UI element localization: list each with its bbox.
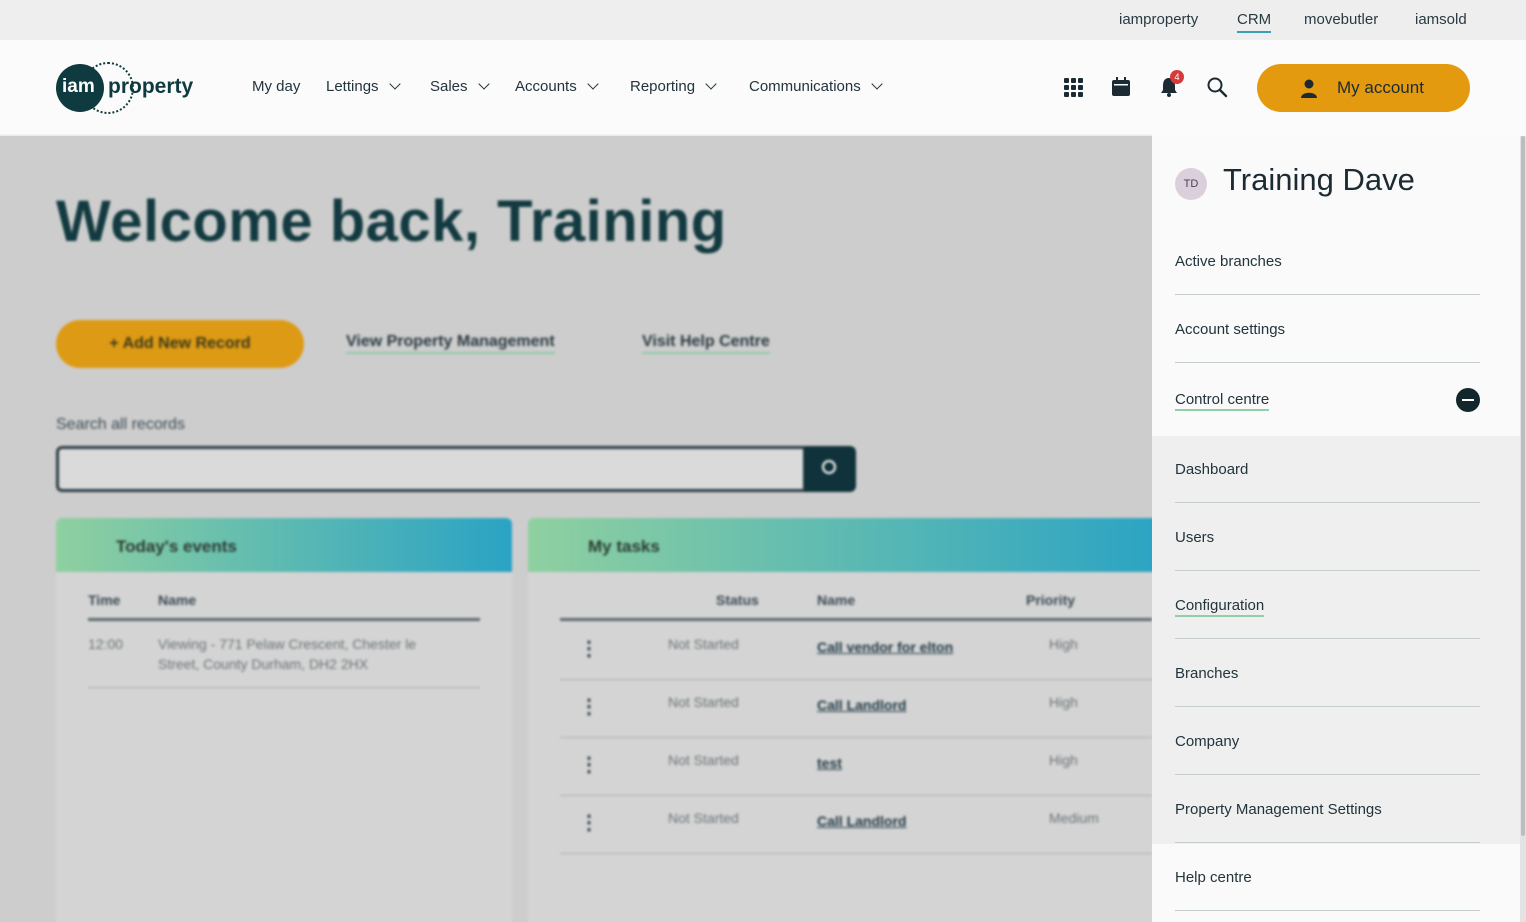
task-status: Not Started (668, 694, 739, 710)
nav-accounts[interactable]: Accounts (515, 78, 599, 95)
search-submit-button[interactable] (804, 446, 856, 492)
task-priority: High (1049, 752, 1078, 768)
logo-text-iam: iam (62, 76, 95, 97)
search-icon (822, 460, 836, 474)
control-centre-submenu (1152, 436, 1520, 844)
event-name-line2: Street, County Durham, DH2 2HX (158, 656, 369, 672)
chevron-down-icon (477, 78, 490, 90)
task-priority: Medium (1049, 810, 1099, 826)
notification-count-badge: 4 (1170, 70, 1184, 84)
dashboard-main: Welcome back, Training + Add New Record … (0, 136, 1168, 922)
card-title: Today's events (56, 518, 512, 572)
person-icon (1301, 79, 1317, 98)
task-priority: High (1049, 636, 1078, 652)
chevron-down-icon (388, 78, 401, 90)
row-actions-icon[interactable]: ⋮ (579, 752, 599, 777)
task-name-link[interactable]: Call vendor for elton (817, 639, 953, 655)
chevron-down-icon (705, 78, 717, 90)
search-label: Search all records (56, 416, 185, 433)
menu-item-active-branches[interactable]: Active branches (1175, 253, 1480, 270)
main-header: iam property My day Lettings Sales Accou… (0, 40, 1526, 136)
brand-link-crm[interactable]: CRM (1237, 11, 1272, 33)
brand-link-iamsold[interactable]: iamsold (1415, 11, 1467, 28)
column-header-name: Name (158, 592, 197, 608)
card-title: My tasks (528, 518, 1168, 572)
nav-my-day[interactable]: My day (252, 78, 300, 95)
panel-scrollbar[interactable] (1520, 136, 1526, 922)
task-status: Not Started (668, 810, 739, 826)
visit-help-centre-link[interactable]: Visit Help Centre (642, 333, 770, 354)
column-header-name: Name (817, 592, 856, 608)
my-tasks-card: My tasks (528, 518, 1168, 922)
submenu-item-company[interactable]: Company (1175, 733, 1480, 750)
brand-link-movebutler[interactable]: movebutler (1304, 11, 1378, 28)
column-header-status: Status (716, 592, 759, 608)
calendar-icon[interactable] (1110, 76, 1134, 100)
submenu-item-property-management-settings[interactable]: Property Management Settings (1175, 801, 1480, 818)
menu-item-help-centre[interactable]: Help centre (1175, 869, 1480, 886)
chevron-down-icon (871, 78, 883, 90)
search-icon[interactable] (1206, 76, 1230, 100)
grid-icon[interactable] (1062, 76, 1086, 100)
nav-communications[interactable]: Communications (749, 78, 883, 95)
submenu-item-users[interactable]: Users (1175, 529, 1480, 546)
nav-reporting[interactable]: Reporting (630, 78, 717, 95)
my-account-button[interactable]: My account (1257, 64, 1470, 112)
task-status: Not Started (668, 752, 739, 768)
row-actions-icon[interactable]: ⋮ (579, 810, 599, 835)
search-records-input[interactable] (56, 446, 806, 492)
task-name-link[interactable]: test (817, 755, 842, 771)
submenu-item-dashboard[interactable]: Dashboard (1175, 461, 1480, 478)
page-title: Welcome back, Training (56, 189, 727, 254)
logo[interactable]: iam property (56, 62, 206, 114)
nav-sales[interactable]: Sales (430, 78, 490, 95)
column-header-priority: Priority (1026, 592, 1076, 608)
chevron-down-icon (587, 78, 599, 90)
menu-item-control-centre[interactable]: Control centre (1175, 391, 1480, 411)
brand-switcher-bar: iamproperty CRM movebutler iamsold (0, 0, 1526, 40)
collapse-icon[interactable] (1456, 388, 1480, 412)
user-name: Training Dave (1223, 162, 1415, 197)
task-name-link[interactable]: Call Landlord (817, 697, 906, 713)
row-actions-icon[interactable]: ⋮ (579, 636, 599, 661)
add-new-record-button[interactable]: + Add New Record (56, 320, 304, 368)
event-time: 12:00 (88, 636, 124, 652)
brand-link-iamproperty[interactable]: iamproperty (1119, 11, 1198, 28)
task-priority: High (1049, 694, 1078, 710)
menu-item-account-settings[interactable]: Account settings (1175, 321, 1480, 338)
submenu-item-configuration[interactable]: Configuration (1175, 597, 1480, 617)
nav-lettings[interactable]: Lettings (326, 78, 401, 95)
bell-icon[interactable]: 4 (1158, 70, 1184, 100)
submenu-item-branches[interactable]: Branches (1175, 665, 1480, 682)
event-name-line1: Viewing - 771 Pelaw Crescent, Chester le (158, 636, 417, 652)
todays-events-card: Today's events (56, 518, 512, 922)
logo-text-property: property (108, 75, 194, 98)
avatar: TD (1175, 168, 1207, 200)
task-name-link[interactable]: Call Landlord (817, 813, 906, 829)
task-status: Not Started (668, 636, 739, 652)
row-actions-icon[interactable]: ⋮ (579, 694, 599, 719)
column-header-time: Time (88, 592, 121, 608)
view-property-management-link[interactable]: View Property Management (346, 333, 555, 354)
